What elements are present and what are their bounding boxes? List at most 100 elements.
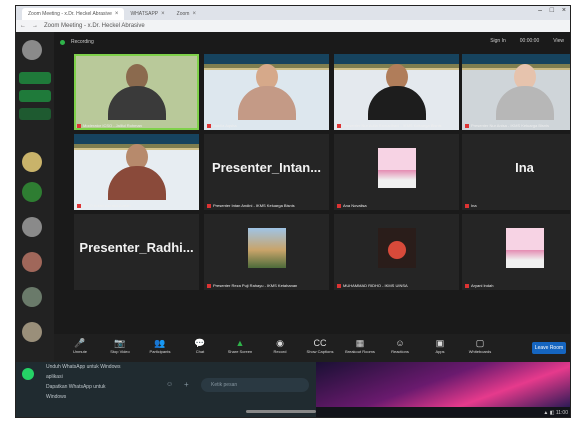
browser-tab-whatsapp[interactable]: WHATSAPP × <box>124 8 170 20</box>
browser-tab-zoom-meeting[interactable]: Zoom Meeting - x.Dr. Heckel Abrasive × <box>22 8 125 20</box>
close-tab-icon[interactable]: × <box>161 11 165 17</box>
participant-name-label: Aryani Indah <box>465 283 493 288</box>
stop-video-button[interactable]: 📷 Stop Video <box>102 338 138 355</box>
participant-name: Nabila Aqsha <box>213 123 237 128</box>
chat-line: Unduh WhatsApp untuk Windows <box>46 364 121 370</box>
participant-name: Presenter Nur Anisa - IKMS Keluarga Bisn… <box>471 123 550 128</box>
sign-in-link[interactable]: Sign In <box>490 38 506 44</box>
muted-mic-icon <box>207 123 211 128</box>
participant-video <box>495 64 554 120</box>
reactions-button[interactable]: ☺ Reactions <box>382 338 418 355</box>
sidebar-button[interactable] <box>19 90 51 102</box>
participant-video <box>237 64 296 120</box>
meeting-control-bar: 🎤 Unmute 📷 Stop Video 👥 Participants 💬 Chat ▲ Sha… <box>54 334 570 362</box>
breakout-rooms-button[interactable]: ▦ Breakout Rooms <box>342 338 378 355</box>
apps-button[interactable]: ▣ Apps <box>422 338 458 355</box>
participant-tile[interactable]: Presenter_Radhi... <box>74 214 199 290</box>
chat-avatar[interactable] <box>22 287 42 307</box>
meeting-top-right: Sign In 00:00:00 View <box>490 38 564 44</box>
participant-tile[interactable]: ICSO Arifah Nuraini Arofah <box>74 134 199 210</box>
whiteboards-button[interactable]: ▢ Whiteboards <box>462 338 498 355</box>
participant-video <box>107 64 166 120</box>
participant-name: Presenter Intan Andini - IKMS Keluarga B… <box>213 203 295 208</box>
participant-name-label: MUHAMMAD RIDHO - IKMS UINSA <box>337 283 408 288</box>
chat-line: aplikasi <box>46 374 63 380</box>
outer-margin <box>0 0 15 420</box>
whatsapp-sidebar <box>16 32 54 417</box>
muted-mic-icon <box>207 283 211 288</box>
tab-label: Zoom Meeting - x.Dr. Heckel Abrasive <box>28 11 112 17</box>
minimize-button[interactable]: – <box>538 7 542 14</box>
participant-name-label: Nabila Aqsha <box>207 123 237 128</box>
share-screen-button[interactable]: ▲ Share Screen <box>222 338 258 355</box>
profile-picture <box>505 228 544 268</box>
participant-tile[interactable]: Presenter Nur Anisa - IKMS Keluarga Bisn… <box>462 54 570 130</box>
chat-line: Windows <box>46 394 67 400</box>
close-tab-icon[interactable]: × <box>192 11 196 17</box>
control-label: Apps <box>435 349 445 354</box>
control-label: Share Screen <box>227 349 253 354</box>
message-input[interactable]: Ketik pesan <box>201 378 309 392</box>
recording-indicator-icon <box>60 39 65 45</box>
breakout-rooms-icon: ▦ <box>355 338 365 348</box>
participant-name-label: Presenter Reza Puji Rahayu - IKMS Ketaha… <box>207 283 297 288</box>
participant-body <box>495 86 554 120</box>
control-label: Unmute <box>72 349 87 354</box>
control-label: Reactions <box>391 349 409 354</box>
participant-name-label: Ana Novalisa <box>337 203 367 208</box>
reactions-icon: ☺ <box>395 338 405 348</box>
control-label: Stop Video <box>110 349 130 354</box>
participant-video <box>367 64 426 120</box>
sidebar-button[interactable] <box>19 72 51 84</box>
muted-mic-icon <box>77 203 81 208</box>
participant-name-label: Presenter Nur Aulia Ramadhani - IKMS Kel… <box>337 123 442 128</box>
close-window-button[interactable]: × <box>562 7 566 14</box>
participants-button[interactable]: 👥 Participants <box>142 338 178 355</box>
participant-tile[interactable]: Moderator ICSO - Jalilul Rohman <box>74 54 199 130</box>
forward-arrow-icon[interactable]: → <box>32 23 38 29</box>
participant-name: Presenter Reza Puji Rahayu - IKMS Ketaha… <box>213 283 298 288</box>
chat-button[interactable]: 💬 Chat <box>182 338 218 355</box>
chat-avatar[interactable] <box>22 217 42 237</box>
participant-tile[interactable]: Ana Novalisa <box>334 134 459 210</box>
participant-name-label: ICSO Arifah Nuraini Arofah <box>77 203 131 208</box>
participant-tile[interactable]: Presenter Reza Puji Rahayu - IKMS Ketaha… <box>204 214 329 290</box>
apps-icon: ▣ <box>435 338 445 348</box>
emoji-icon[interactable]: ☺ <box>166 381 173 388</box>
participant-tile[interactable]: Nabila Aqsha <box>204 54 329 130</box>
back-arrow-icon[interactable]: ← <box>20 23 26 29</box>
screenshot-frame: Zoom Meeting - x.Dr. Heckel Abrasive × W… <box>15 5 571 418</box>
browser-tab-zoom[interactable]: Zoom × <box>171 8 202 20</box>
scrollbar[interactable] <box>246 410 316 413</box>
attach-plus-icon[interactable]: + <box>184 380 189 389</box>
system-tray[interactable]: ▲ ◧ 11:00 <box>543 410 568 416</box>
participant-tile[interactable]: MUHAMMAD RIDHO - IKMS UINSA <box>334 214 459 290</box>
chat-avatar[interactable] <box>22 252 42 272</box>
close-tab-icon[interactable]: × <box>115 11 119 17</box>
record-button[interactable]: ◉ Record <box>262 338 298 355</box>
participant-tile[interactable]: Presenter_Intan... Presenter Intan Andini… <box>204 134 329 210</box>
zoom-meeting-window: Recording Sign In 00:00:00 View Moderato… <box>54 32 570 362</box>
sidebar-avatar[interactable] <box>22 40 42 60</box>
control-label: Record <box>273 349 287 354</box>
profile-picture <box>247 228 286 268</box>
maximize-button[interactable]: □ <box>550 7 554 14</box>
unmute-button[interactable]: 🎤 Unmute <box>62 338 98 355</box>
participant-tile[interactable]: Ina Ina <box>462 134 570 210</box>
leave-button[interactable]: Leave Room <box>532 342 566 354</box>
captions-button[interactable]: CC Show Captions <box>302 338 338 355</box>
profile-picture <box>377 148 416 188</box>
chat-avatar[interactable] <box>22 322 42 342</box>
chat-avatar[interactable] <box>22 182 42 202</box>
control-label: Participants <box>149 349 171 354</box>
participant-body <box>107 166 166 200</box>
record-icon: ◉ <box>276 338 284 348</box>
chat-avatar[interactable] <box>22 152 42 172</box>
participant-tile[interactable]: Aryani Indah <box>462 214 570 290</box>
control-label: Whiteboards <box>468 349 492 354</box>
recording-status: Recording <box>71 39 94 45</box>
sidebar-button[interactable] <box>19 108 51 120</box>
participant-tile[interactable]: Presenter Nur Aulia Ramadhani - IKMS Kel… <box>334 54 459 130</box>
view-button[interactable]: View <box>553 38 564 44</box>
muted-mic-icon <box>337 283 341 288</box>
